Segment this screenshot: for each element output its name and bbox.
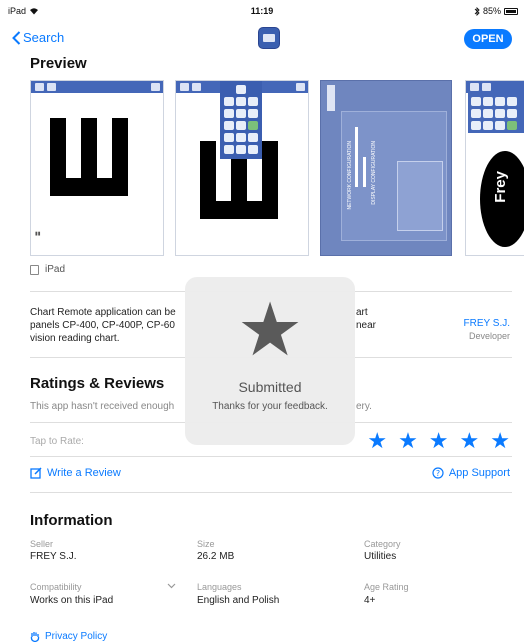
privacy-policy-label: Privacy Policy [45,631,108,642]
write-review-label: Write a Review [47,467,121,479]
screenshot-4[interactable]: Frey [465,80,524,256]
back-button-label: Search [23,30,65,45]
app-icon [258,27,280,49]
ipad-icon [30,264,39,275]
status-time: 11:19 [250,6,274,16]
write-review-button[interactable]: Write a Review [30,467,121,479]
display-config-text: DISPLAY CONFIGURATION [371,141,377,205]
star-icon: ★ [236,288,304,371]
privacy-policy-link[interactable]: Privacy Policy [30,631,107,642]
chevron-left-icon [12,30,21,45]
size-value: 26.2 MB [197,551,235,562]
screenshot-toolbar [31,81,163,93]
rating-star-3[interactable]: ★ [429,430,449,452]
open-button[interactable]: OPEN [464,29,512,49]
description-line: vision reading chart. [30,333,120,344]
tumbling-e-glyph [50,118,128,196]
seller-label: Seller [30,539,54,549]
navigation-bar: Search OPEN [0,22,524,56]
description-line: panels CP-400, CP-400P, CP-60 [30,320,175,331]
app-support-button[interactable]: ? App Support [432,467,510,479]
svg-text:?: ? [436,469,440,478]
screenshot-toolbar [466,81,524,93]
compatibility-label: Compatibility [30,582,82,592]
remote-keypad [220,81,262,159]
device-type-tag: iPad [30,264,65,275]
compatibility-value: Works on this iPad [30,595,114,606]
ratings-note: ery. [356,401,372,412]
languages-value: English and Polish [197,595,280,606]
seller-value: FREY S.J. [30,551,77,562]
category-label: Category [364,539,401,549]
tap-to-rate-label: Tap to Rate: [30,436,84,447]
hand-icon [30,632,40,642]
description-line: Chart Remote application can be [30,307,176,318]
screenshot-3[interactable]: NETWORK CONFIGURATION DISPLAY CONFIGURAT… [320,80,452,256]
rating-star-4[interactable]: ★ [460,430,480,452]
screenshot-1[interactable]: ▮▮ [30,80,164,256]
network-config-text: NETWORK CONFIGURATION [347,141,353,210]
rating-star-1[interactable]: ★ [367,430,387,452]
screenshot-caption: ▮▮ [35,231,41,237]
age-rating-label: Age Rating [364,582,409,592]
status-bar: iPad 11:19 85% [0,0,524,22]
rating-stars: ★ ★ ★ ★ ★ [367,430,510,452]
compose-icon [30,467,42,479]
developer-link[interactable]: FREY S.J. [464,318,511,329]
rating-star-5[interactable]: ★ [490,430,510,452]
divider [30,456,512,457]
battery-icon [504,7,518,15]
category-value: Utilities [364,551,397,562]
hud-title: Submitted [238,379,302,395]
description-line: art [356,307,368,318]
chevron-down-icon[interactable] [167,583,176,589]
hud-subtitle: Thanks for your feedback. [212,401,328,412]
size-label: Size [197,539,215,549]
question-circle-icon: ? [432,467,444,479]
back-button[interactable]: Search [12,30,64,45]
submitted-hud: ★ Submitted Thanks for your feedback. [185,277,355,445]
app-support-label: App Support [448,467,510,479]
ratings-title: Ratings & Reviews [30,375,165,392]
battery-percent: 85% [482,6,501,16]
screenshot-2[interactable] [175,80,309,256]
languages-label: Languages [197,582,242,592]
remote-keypad [468,93,524,133]
preview-title: Preview [30,55,87,72]
developer-role: Developer [468,331,510,341]
divider [30,492,512,493]
bluetooth-icon [474,6,480,16]
age-rating-value: 4+ [364,595,376,606]
frey-logo-text: Frey [492,171,509,203]
device-type-label: iPad [45,264,66,275]
information-title: Information [30,512,113,529]
rating-star-2[interactable]: ★ [398,430,418,452]
status-right: 85% [474,6,518,16]
description-line: near [356,320,377,331]
ratings-note: This app hasn't received enough [30,401,175,412]
